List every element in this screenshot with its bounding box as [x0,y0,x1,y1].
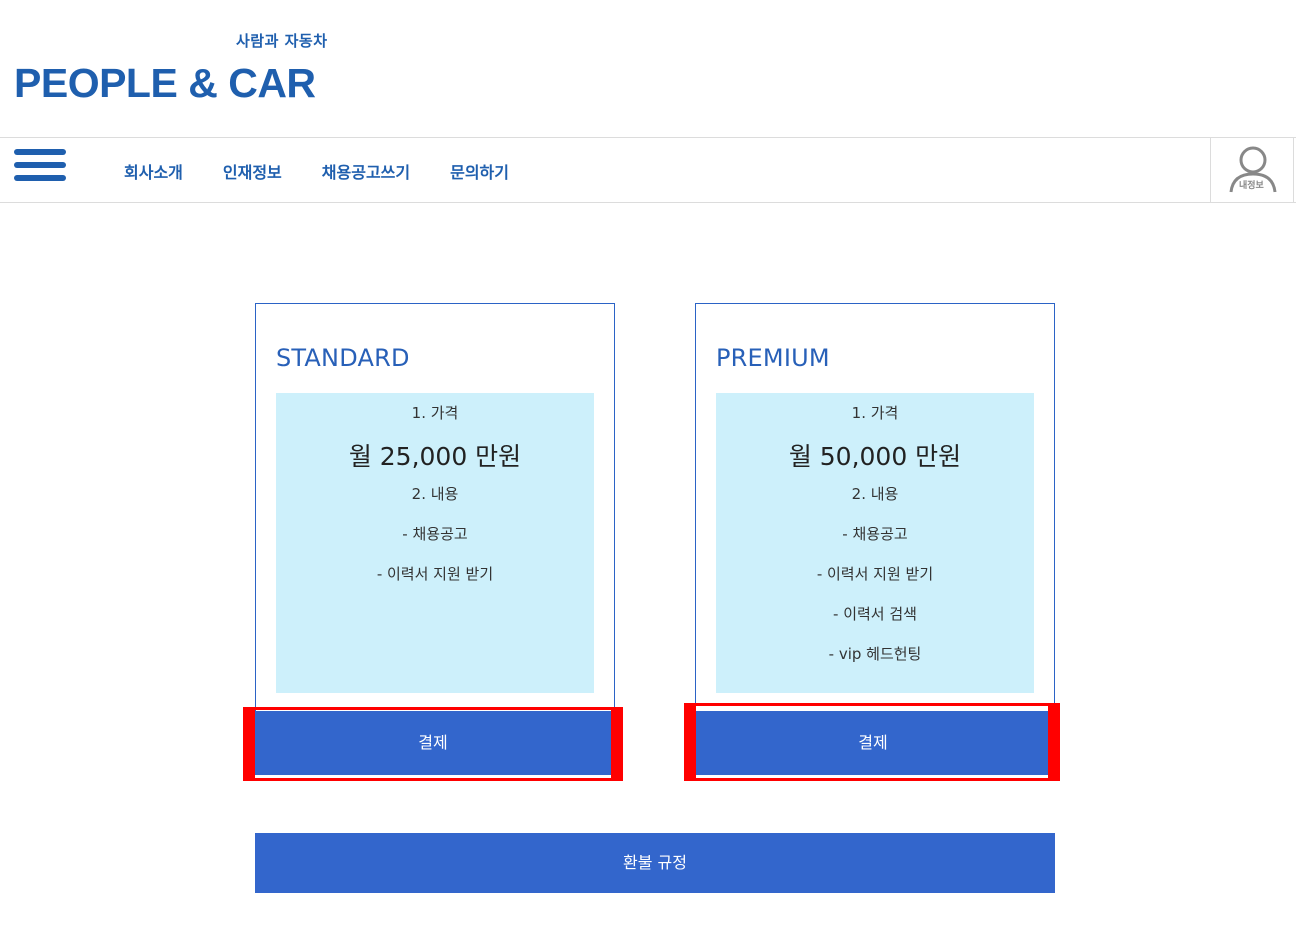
logo-subtitle: 사람과 자동차 [236,32,328,50]
nav-menu: 회사소개 인재정보 채용공고쓰기 문의하기 [124,159,549,183]
nav-item-post-job[interactable]: 채용공고쓰기 [322,159,410,183]
plan-price: 월 50,000 만원 [788,442,962,471]
feature-item: - 채용공고 [402,525,468,543]
pay-button-standard[interactable]: 결제 [255,711,611,775]
price-heading: 1. 가격 [411,404,459,422]
pay-button-premium[interactable]: 결제 [695,711,1051,775]
feature-item: - 이력서 지원 받기 [816,565,934,583]
plan-title: STANDARD [276,344,410,372]
logo-title: PEOPLE & CAR [14,60,316,106]
nav-item-inquiry[interactable]: 문의하기 [450,159,509,183]
refund-policy-button[interactable]: 환불 규정 [255,833,1055,893]
feature-item: - 채용공고 [842,525,908,543]
plan-price: 월 25,000 만원 [348,442,522,471]
navbar: 회사소개 인재정보 채용공고쓰기 문의하기 내정보 [0,137,1296,203]
feature-item: - vip 헤드헌팅 [828,645,922,663]
plan-card-premium: PREMIUM 1. 가격 월 50,000 만원 2. 내용 - 채용공고 -… [695,303,1055,715]
my-info-label: 내정보 [1239,181,1264,191]
plan-title: PREMIUM [716,344,830,372]
plan-card-standard: STANDARD 1. 가격 월 25,000 만원 2. 내용 - 채용공고 … [255,303,615,715]
logo[interactable]: 사람과 자동차 PEOPLE & CAR [14,30,344,106]
feature-item: - 이력서 지원 받기 [376,565,494,583]
price-heading: 1. 가격 [851,404,899,422]
nav-item-talent[interactable]: 인재정보 [223,159,282,183]
content-heading: 2. 내용 [411,485,459,503]
nav-item-company[interactable]: 회사소개 [124,159,183,183]
hamburger-menu-icon[interactable] [14,149,66,181]
feature-item: - 이력서 검색 [833,605,917,623]
my-info-button[interactable]: 내정보 [1210,138,1294,202]
content-heading: 2. 내용 [851,485,899,503]
plan-details: 1. 가격 월 50,000 만원 2. 내용 - 채용공고 - 이력서 지원 … [716,393,1034,693]
plan-details: 1. 가격 월 25,000 만원 2. 내용 - 채용공고 - 이력서 지원 … [276,393,594,693]
